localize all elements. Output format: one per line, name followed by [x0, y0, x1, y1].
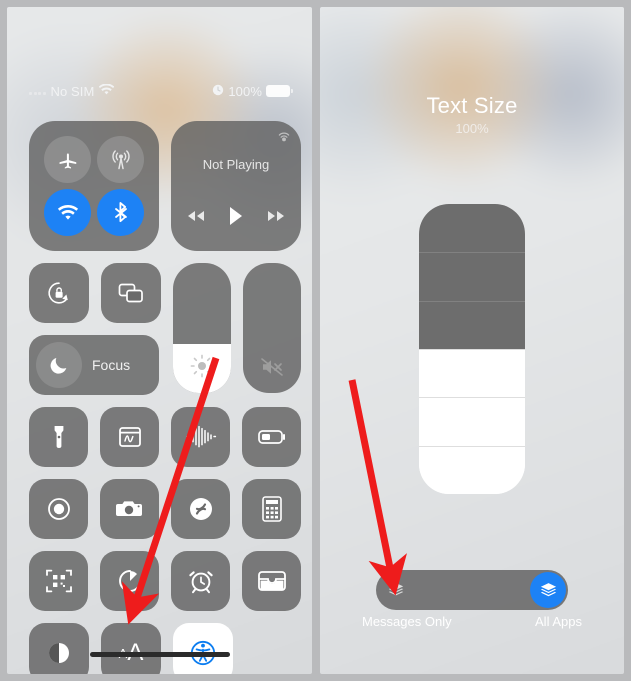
carrier-label: No SIM — [50, 83, 95, 99]
text-size-step-5[interactable] — [419, 397, 525, 446]
stack-layers-icon-left — [378, 572, 414, 608]
focus-label: Focus — [92, 357, 131, 373]
battery-percent-label: 100% — [228, 83, 262, 99]
alarm-button[interactable] — [171, 551, 230, 611]
apps-scope-toggle[interactable] — [376, 570, 568, 610]
cc-row-modules: Not Playing — [29, 121, 301, 251]
accessibility-shortcuts-button[interactable] — [173, 623, 233, 674]
media-playback-module[interactable]: Not Playing — [171, 121, 301, 251]
text-size-value: 100% — [455, 121, 489, 136]
rotation-lock-icon — [48, 282, 68, 304]
text-size-button[interactable]: AA — [101, 623, 161, 674]
right-screenshot-panel: Text Size 100% Messages Only All Apps — [316, 0, 631, 681]
fast-forward-button[interactable] — [265, 209, 287, 228]
cellular-antenna-icon — [111, 149, 130, 169]
wallet-icon — [257, 571, 286, 591]
alarm-clock-icon — [188, 571, 213, 594]
screenshot-root: No SIM 100% Not Playing Focus Text Size … — [0, 0, 631, 681]
bluetooth-toggle[interactable] — [97, 189, 144, 236]
fast-forward-icon — [268, 211, 284, 221]
battery-lowpower-icon — [257, 430, 285, 444]
text-size-step-3[interactable] — [419, 300, 525, 349]
screen-mirroring-icon — [118, 283, 143, 303]
cc-row-controls-sliders: Focus — [29, 263, 301, 395]
bluetooth-icon — [114, 201, 127, 222]
rewind-icon — [188, 211, 204, 221]
signal-dots-icon — [29, 87, 46, 95]
focus-button[interactable]: Focus — [29, 335, 159, 395]
shazam-icon — [189, 498, 212, 520]
text-size-step-1[interactable] — [419, 204, 525, 253]
moon-icon — [36, 342, 82, 388]
play-icon — [230, 207, 242, 225]
screen-record-button[interactable] — [29, 479, 88, 539]
screen-mirroring-button[interactable] — [101, 263, 161, 323]
waveform-icon — [185, 425, 216, 448]
alarm-badge-icon — [212, 84, 224, 99]
cc-row-tiles-2 — [29, 479, 301, 539]
text-size-step-4[interactable] — [419, 348, 525, 398]
airplane-mode-toggle[interactable] — [44, 136, 91, 183]
dark-mode-button[interactable] — [29, 623, 89, 674]
rotation-lock-toggle[interactable] — [29, 263, 89, 323]
cellular-data-toggle[interactable] — [97, 136, 144, 183]
apps-toggle-labels: Messages Only All Apps — [362, 614, 582, 629]
control-center-grid: Not Playing Focus — [29, 121, 301, 674]
wifi-icon — [99, 82, 115, 99]
cc-row-tiles-4: AA — [29, 623, 301, 674]
wifi-toggle[interactable] — [44, 189, 91, 236]
camera-button[interactable] — [100, 479, 159, 539]
timer-icon — [118, 570, 141, 592]
status-bar: No SIM 100% — [29, 81, 293, 101]
speaker-mute-icon — [243, 355, 301, 379]
qr-code-icon — [45, 569, 72, 593]
low-power-mode-button[interactable] — [242, 407, 301, 467]
screen-record-icon — [47, 498, 70, 520]
text-size-step-2[interactable] — [419, 252, 525, 301]
apps-toggle-left-label: Messages Only — [362, 614, 452, 629]
volume-slider[interactable] — [243, 263, 301, 393]
home-indicator[interactable] — [89, 652, 230, 657]
calculator-button[interactable] — [242, 479, 301, 539]
timer-button[interactable] — [100, 551, 159, 611]
brightness-slider[interactable] — [173, 263, 231, 393]
wallet-button[interactable] — [242, 551, 301, 611]
stack-layers-icon-right — [540, 582, 556, 596]
left-screenshot-panel: No SIM 100% Not Playing Focus — [0, 0, 316, 681]
flashlight-icon — [54, 426, 63, 448]
flashlight-button[interactable] — [29, 407, 88, 467]
dark-mode-icon — [49, 643, 69, 663]
text-size-step-6[interactable] — [419, 445, 525, 494]
camera-icon — [115, 501, 142, 516]
cc-row-tiles-3 — [29, 551, 301, 611]
play-button[interactable] — [228, 206, 244, 231]
apps-toggle-right-label: All Apps — [535, 614, 582, 629]
brightness-icon — [173, 353, 231, 379]
battery-full-icon — [266, 85, 293, 97]
rewind-button[interactable] — [185, 209, 207, 228]
connectivity-module[interactable] — [29, 121, 159, 251]
media-title: Not Playing — [202, 157, 270, 172]
airplay-audio-icon[interactable] — [276, 129, 292, 150]
apps-toggle-knob[interactable] — [530, 572, 566, 608]
calculator-icon — [261, 496, 282, 522]
page-title: Text Size — [426, 93, 518, 118]
airplane-icon — [59, 152, 76, 169]
notes-button[interactable] — [100, 407, 159, 467]
qr-scanner-button[interactable] — [29, 551, 88, 611]
cc-row-tiles-1 — [29, 407, 301, 467]
wifi-icon — [57, 204, 78, 220]
notes-icon — [118, 427, 141, 447]
voice-memos-button[interactable] — [171, 407, 230, 467]
text-size-slider[interactable] — [419, 204, 525, 494]
shazam-button[interactable] — [171, 479, 230, 539]
